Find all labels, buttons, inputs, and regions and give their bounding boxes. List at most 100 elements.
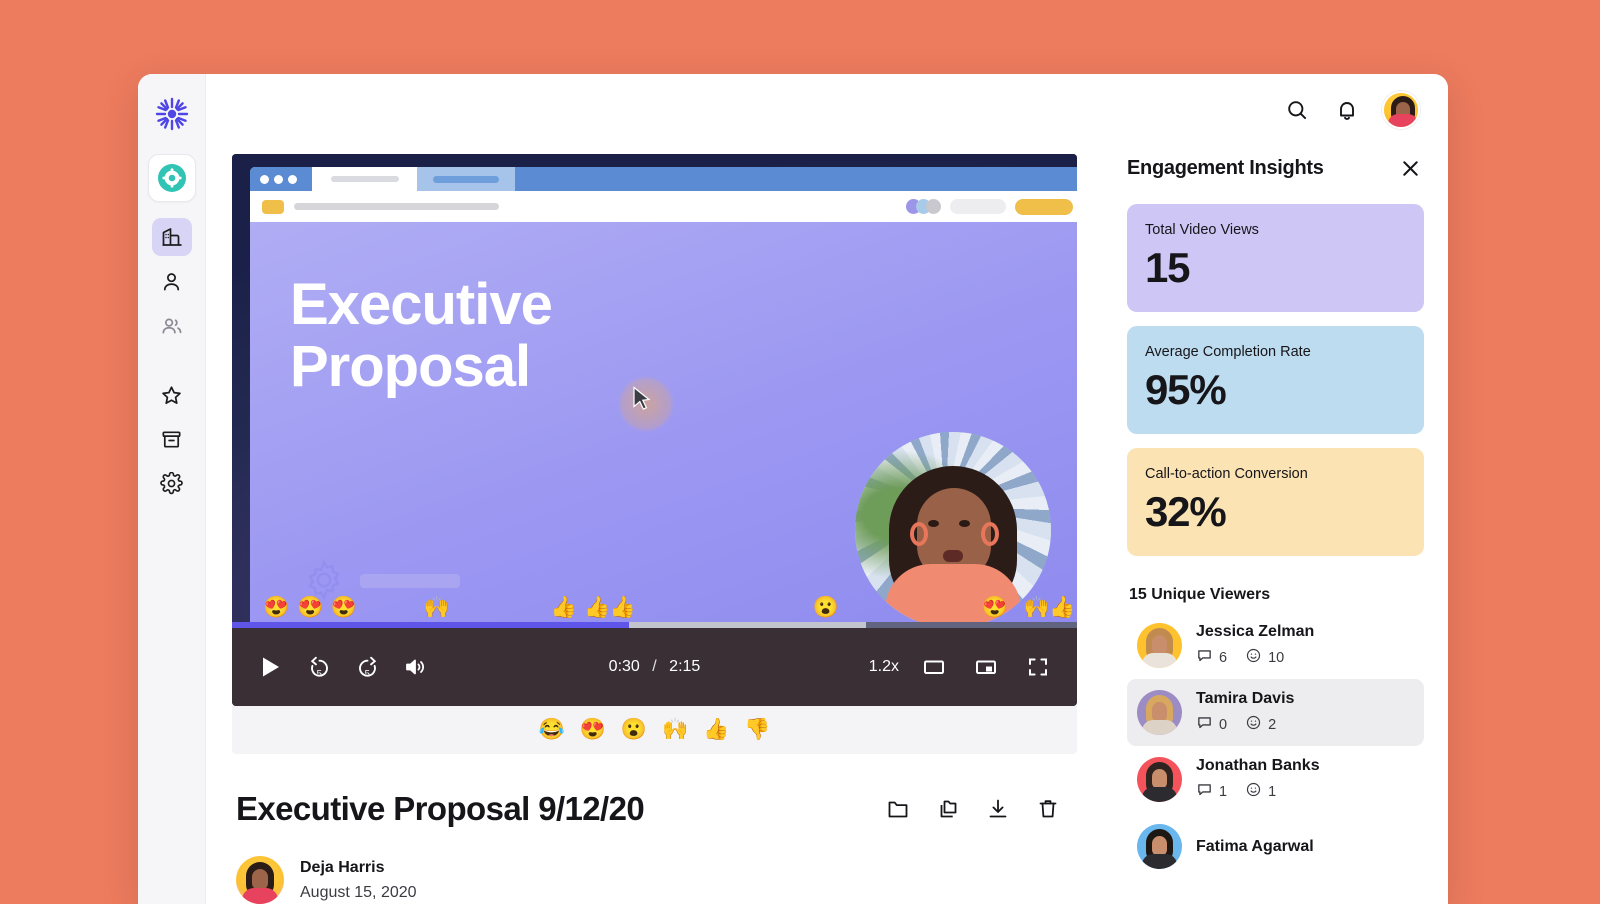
comment-count-value: 6	[1219, 649, 1228, 666]
search-icon[interactable]	[1282, 95, 1312, 125]
stat-label: Total Video Views	[1145, 222, 1259, 238]
viewer-list-item[interactable]: Fatima Agarwal	[1127, 813, 1424, 880]
video-player[interactable]: Executive Proposal 😍 😍 😍 🙌 👍 👍 👍 😮 😍 🙌 👍…	[232, 154, 1077, 706]
viewer-meta: Tamira Davis 0 2	[1196, 690, 1294, 735]
sidebar-item-archive[interactable]	[152, 420, 192, 458]
user-avatar[interactable]	[1382, 91, 1420, 129]
stat-cards: Total Video Views 15 Average Completion Ra…	[1127, 204, 1424, 570]
playback-speed-button[interactable]: 1.2x	[869, 658, 899, 676]
rewind-5-icon[interactable]: 5	[302, 650, 336, 684]
stat-card: Average Completion Rate 95%	[1127, 326, 1424, 434]
reaction-button[interactable]: 🙌	[662, 718, 688, 742]
bell-icon[interactable]	[1332, 95, 1362, 125]
sidebar-item-shared[interactable]	[152, 306, 192, 344]
picture-in-picture-icon[interactable]	[969, 650, 1003, 684]
mock-slide-gear-icon	[302, 558, 346, 602]
mock-toolbar-badge	[262, 199, 284, 214]
main-area: Executive Proposal 😍 😍 😍 🙌 👍 👍 👍 😮 😍 🙌 👍…	[206, 74, 1448, 904]
trash-icon[interactable]	[1035, 796, 1061, 822]
app-window: Executive Proposal 😍 😍 😍 🙌 👍 👍 👍 😮 😍 🙌 👍…	[138, 74, 1448, 904]
viewer-list-item[interactable]: Jessica Zelman 6 10	[1127, 612, 1424, 679]
theater-mode-icon[interactable]	[917, 650, 951, 684]
author-name: Deja Harris	[300, 858, 385, 876]
sidebar-item-my-videos[interactable]	[152, 262, 192, 300]
viewer-reaction-count: 10	[1245, 647, 1284, 668]
sidebar-item-favorites[interactable]	[152, 376, 192, 414]
viewer-stats: 02	[1196, 714, 1294, 735]
viewer-name: Tamira Davis	[1196, 690, 1295, 707]
smiley-icon	[1245, 647, 1262, 668]
mock-browser-titlebar	[250, 167, 1077, 191]
content-row: Executive Proposal 😍 😍 😍 🙌 👍 👍 👍 😮 😍 🙌 👍…	[206, 146, 1448, 904]
reaction-button[interactable]: 😍	[580, 718, 606, 742]
svg-text:5: 5	[316, 668, 321, 678]
viewer-avatar	[1137, 690, 1182, 735]
mock-window-dots-icon	[250, 167, 312, 191]
volume-icon[interactable]	[398, 650, 432, 684]
reaction-bar[interactable]: 😂 😍 😮 🙌 👍 👎	[232, 706, 1077, 754]
folder-icon[interactable]	[885, 796, 911, 822]
video-column: Executive Proposal 😍 😍 😍 🙌 👍 👍 👍 😮 😍 🙌 👍…	[206, 146, 1103, 904]
comment-icon	[1196, 647, 1213, 668]
slide-title-line1: Executive	[290, 272, 553, 337]
viewer-meta: Jonathan Banks 1 1	[1196, 757, 1320, 802]
player-controls-right: 1.2x	[869, 650, 1055, 684]
reaction-button[interactable]: 😂	[539, 718, 565, 742]
reaction-button[interactable]: 😮	[621, 718, 647, 742]
stat-value: 32%	[1145, 488, 1227, 535]
stat-label: Average Completion Rate	[1145, 344, 1311, 360]
top-bar	[206, 74, 1448, 146]
reaction-count-value: 2	[1268, 716, 1277, 733]
author-avatar[interactable]	[236, 856, 284, 904]
mock-browser-tab-1	[312, 167, 417, 191]
stat-card: Total Video Views 15	[1127, 204, 1424, 312]
viewer-comment-count: 1	[1196, 781, 1227, 802]
presenter-webcam-bubble	[855, 432, 1051, 622]
comment-count-value: 1	[1219, 783, 1228, 800]
left-sidebar	[138, 74, 206, 904]
time-separator: /	[652, 658, 657, 675]
viewer-list-item[interactable]: Tamira Davis 0 2	[1127, 679, 1424, 746]
mock-secondary-button	[950, 199, 1006, 214]
video-stage: Executive Proposal	[232, 154, 1077, 622]
engagement-insights-panel: Engagement Insights Total Video Views 15 A…	[1103, 146, 1448, 904]
play-icon[interactable]	[254, 650, 288, 684]
insights-header: Engagement Insights	[1127, 154, 1424, 182]
mock-browser-toolbar	[250, 191, 1077, 222]
slide-title-line2: Proposal	[290, 334, 531, 400]
mock-slide-bar	[360, 574, 460, 588]
copy-icon[interactable]	[935, 796, 961, 822]
viewer-avatar	[1137, 824, 1182, 869]
reaction-button[interactable]: 👍	[703, 718, 729, 742]
stat-card: Call-to-action Conversion 32%	[1127, 448, 1424, 556]
sunburst-logo-icon[interactable]	[150, 92, 194, 136]
mock-browser-tab-2	[417, 167, 515, 191]
title-actions	[885, 796, 1073, 822]
svg-text:5: 5	[364, 668, 369, 678]
viewer-name: Jonathan Banks	[1196, 757, 1320, 774]
author-meta: Deja Harris August 15, 2020	[300, 859, 417, 902]
fullscreen-icon[interactable]	[1021, 650, 1055, 684]
viewer-meta: Fatima Agarwal	[1196, 838, 1314, 856]
close-icon[interactable]	[1396, 154, 1424, 182]
mock-avatar-stack-icon	[906, 199, 941, 214]
download-icon[interactable]	[985, 796, 1011, 822]
forward-5-icon[interactable]: 5	[350, 650, 384, 684]
insights-title: Engagement Insights	[1127, 156, 1324, 179]
reaction-button[interactable]: 👎	[744, 718, 770, 742]
viewer-comment-count: 0	[1196, 714, 1227, 735]
comment-count-value: 0	[1219, 716, 1228, 733]
viewer-avatar	[1137, 623, 1182, 668]
comment-icon	[1196, 781, 1213, 802]
comment-icon	[1196, 714, 1213, 735]
viewer-list-item[interactable]: Jonathan Banks 1 1	[1127, 746, 1424, 813]
viewer-stats: 11	[1196, 781, 1320, 802]
viewer-name: Fatima Agarwal	[1196, 837, 1314, 855]
sidebar-item-settings[interactable]	[152, 464, 192, 502]
teal-gear-avatar-icon[interactable]	[147, 154, 196, 202]
title-row: Executive Proposal 9/12/20	[236, 790, 1073, 828]
viewer-reaction-count: 1	[1245, 781, 1276, 802]
sidebar-item-workspace[interactable]	[151, 218, 192, 256]
author-date: August 15, 2020	[300, 883, 417, 901]
reaction-count-value: 1	[1268, 783, 1277, 800]
